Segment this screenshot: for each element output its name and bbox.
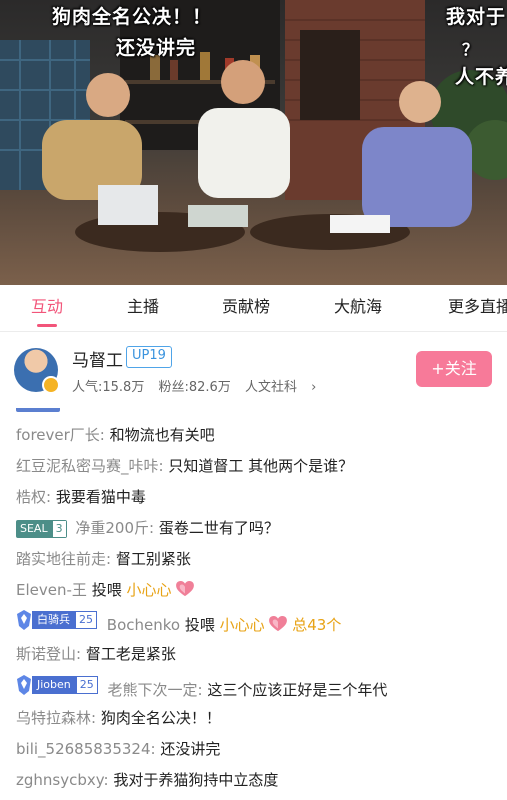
captain-icon xyxy=(17,675,31,695)
guard-medal-level: 25 xyxy=(75,676,98,694)
verified-badge-icon xyxy=(42,376,60,394)
heart-gift-icon xyxy=(176,581,195,597)
chat-message: Jioben 25 老熊下次一定: 这三个应该正好是三个年代 xyxy=(16,675,387,701)
tab-more-live[interactable]: 更多直播 xyxy=(448,285,507,331)
chat-username[interactable]: zghnsycbxy: xyxy=(16,771,109,789)
live-video[interactable]: 狗肉全名公决！！ 还没讲完 我对于 ？ 人不养 xyxy=(0,0,507,285)
gift-name: 小心心 xyxy=(219,616,265,634)
chat-message: 踏实地往前走: 督工别紧张 xyxy=(16,548,191,570)
chat-text: 只知道督工 其他两个是谁？ xyxy=(168,457,354,475)
chat-text: 还没讲完 xyxy=(160,740,221,758)
streamer-stats: 人气:15.8万 粉丝:82.6万 人文社科 › xyxy=(72,376,336,395)
chat-username[interactable]: Eleven-王 xyxy=(16,581,87,599)
guard-medal[interactable]: 白骑兵 25 xyxy=(16,610,97,630)
follow-button[interactable]: +关注 xyxy=(416,351,492,387)
chat-message: zghnsycbxy: 我对于养猫狗持中立态度 xyxy=(16,769,278,791)
gift-name: 小心心 xyxy=(126,581,172,599)
guard-medal-level: 25 xyxy=(75,611,97,629)
chat-message: 梏权: 我要看猫中毒 xyxy=(16,486,146,508)
popularity-count: 人气:15.8万 xyxy=(72,380,145,395)
guard-medal[interactable]: Jioben 25 xyxy=(16,675,98,695)
chat-username[interactable]: 红豆泥私密马赛_咔咔: xyxy=(16,457,164,475)
guard-medal-name: Jioben xyxy=(32,676,76,694)
fan-medal[interactable]: SEAL 3 xyxy=(16,520,67,538)
category-label: 人文社科 xyxy=(244,380,297,395)
tab-guard[interactable]: 大航海 xyxy=(334,285,382,331)
guard-medal-name: 白骑兵 xyxy=(32,611,75,629)
tab-interact[interactable]: 互动 xyxy=(31,285,63,331)
video-scene xyxy=(0,0,507,252)
danmaku-text: 狗肉全名公决！！ xyxy=(52,6,213,28)
danmaku-text: ？ xyxy=(462,40,480,59)
heart-gift-icon xyxy=(269,616,288,632)
chat-message: forever厂长: 和物流也有关吧 xyxy=(16,424,215,446)
up-level-badge: UP19 xyxy=(126,346,172,368)
chat-username[interactable]: 斯诺登山: xyxy=(16,645,81,663)
avatar[interactable] xyxy=(14,348,60,394)
chevron-right-icon: › xyxy=(306,380,317,395)
chat-message: 乌特拉森林: 狗肉全名公决！！ xyxy=(16,707,221,729)
chat-text: 督工别紧张 xyxy=(115,550,191,568)
chat-username[interactable]: bili_52685835324: xyxy=(16,740,156,758)
fan-medal-name: SEAL xyxy=(16,520,52,538)
gift-verb: 投喂 xyxy=(91,581,122,599)
category-link[interactable]: 人文社科 › xyxy=(245,380,326,395)
streamer-name[interactable]: 马督工 xyxy=(72,346,123,371)
chat-username[interactable]: 乌特拉森林: xyxy=(16,709,96,727)
gift-message: 白骑兵 25 Bochenko 投喂 小心心 总43个 xyxy=(16,610,341,636)
captain-icon xyxy=(17,610,31,630)
chat-username[interactable]: 梏权: xyxy=(16,488,51,506)
tab-contribution[interactable]: 贡献榜 xyxy=(222,285,270,331)
gift-message: Eleven-王 投喂 小心心 xyxy=(16,579,195,601)
chat-text: 狗肉全名公决！！ xyxy=(100,709,221,727)
clipped-medal xyxy=(16,408,60,412)
chat-message: bili_52685835324: 还没讲完 xyxy=(16,738,220,760)
chat-message: 斯诺登山: 督工老是紧张 xyxy=(16,643,176,665)
chat-username[interactable]: 净重200斤: xyxy=(75,519,154,537)
chat-username[interactable]: Bochenko xyxy=(107,616,180,634)
fan-medal-level: 3 xyxy=(51,520,67,538)
chat-text: 蛋卷二世有了吗？ xyxy=(158,519,279,537)
chat-message: 红豆泥私密马赛_咔咔: 只知道督工 其他两个是谁？ xyxy=(16,455,353,477)
chat-text: 这三个应该正好是三个年代 xyxy=(207,681,388,699)
chat-username[interactable]: 踏实地往前走: xyxy=(16,550,111,568)
tab-streamer[interactable]: 主播 xyxy=(127,285,159,331)
chat-list[interactable]: forever厂长: 和物流也有关吧 红豆泥私密马赛_咔咔: 只知道督工 其他两… xyxy=(0,408,507,800)
chat-username[interactable]: 老熊下次一定: xyxy=(108,681,203,699)
streamer-card: 马督工 UP19 人气:15.8万 粉丝:82.6万 人文社科 › +关注 xyxy=(0,332,507,408)
chat-text: 督工老是紧张 xyxy=(85,645,176,663)
chat-text: 我要看猫中毒 xyxy=(55,488,146,506)
fans-count: 粉丝:82.6万 xyxy=(158,380,231,395)
chat-text: 我对于养猫狗持中立态度 xyxy=(113,771,279,789)
chat-text: 和物流也有关吧 xyxy=(109,426,215,444)
gift-verb: 投喂 xyxy=(184,616,215,634)
chat-username[interactable]: forever厂长: xyxy=(16,426,105,444)
gift-total: 总43个 xyxy=(292,616,342,634)
danmaku-text: 还没讲完 xyxy=(116,37,197,59)
chat-message: SEAL 3 净重200斤: 蛋卷二世有了吗？ xyxy=(16,517,279,539)
danmaku-text: 人不养 xyxy=(455,66,507,88)
danmaku-text: 我对于 xyxy=(446,6,507,28)
tab-bar: 互动 主播 贡献榜 大航海 更多直播 xyxy=(0,285,507,332)
